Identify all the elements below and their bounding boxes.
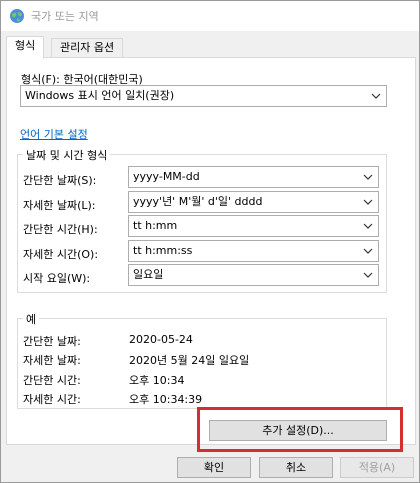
short-time-value: tt h:mm — [133, 219, 178, 232]
short-date-label: 간단한 날짜(S): — [23, 174, 97, 187]
chevron-down-icon — [371, 93, 381, 99]
additional-settings-button[interactable]: 추가 설정(D)... — [209, 420, 387, 441]
first-day-value: 일요일 — [133, 268, 164, 281]
first-day-select[interactable]: 일요일 — [128, 264, 379, 286]
chevron-down-icon — [363, 248, 373, 254]
title-bar: 국가 또는 지역 — [1, 1, 419, 31]
long-time-value: tt h:mm:ss — [133, 244, 193, 257]
example-short-time-label: 간단한 시간: — [23, 374, 81, 387]
tab-administrative[interactable]: 관리자 옵션 — [51, 38, 124, 58]
apply-button[interactable]: 적용(A) — [340, 457, 414, 478]
short-time-select[interactable]: tt h:mm — [128, 215, 379, 237]
first-day-label: 시작 요일(W): — [23, 272, 91, 285]
window-title: 국가 또는 지역 — [31, 10, 99, 23]
chevron-down-icon — [363, 223, 373, 229]
example-short-date-label: 간단한 날짜: — [23, 335, 81, 348]
tab-strip: 형식 관리자 옵션 — [1, 36, 419, 59]
long-date-select[interactable]: yyyy'년' M'월' d'일' dddd — [128, 191, 379, 213]
long-date-value: yyyy'년' M'월' d'일' dddd — [133, 195, 263, 208]
example-long-time-label: 자세한 시간: — [23, 393, 81, 406]
cancel-button[interactable]: 취소 — [259, 457, 333, 478]
example-short-time-value: 오후 10:34 — [129, 374, 185, 387]
ok-button[interactable]: 확인 — [177, 457, 251, 478]
long-time-select[interactable]: tt h:mm:ss — [128, 240, 379, 262]
example-long-date-label: 자세한 날짜: — [23, 354, 81, 367]
format-select[interactable]: Windows 표시 언어 일치(권장) — [20, 85, 387, 107]
format-select-value: Windows 표시 언어 일치(권장) — [25, 89, 175, 102]
chevron-down-icon — [363, 199, 373, 205]
long-date-label: 자세한 날짜(L): — [23, 199, 96, 212]
tab-panel: 형식(F): 한국어(대한민국) Windows 표시 언어 일치(권장) 언어… — [6, 57, 416, 452]
chevron-down-icon — [363, 272, 373, 278]
short-date-select[interactable]: yyyy-MM-dd — [128, 166, 379, 188]
tab-format[interactable]: 형식 — [6, 36, 45, 59]
datetime-group-title: 날짜 및 시간 형식 — [23, 147, 111, 163]
example-long-date-value: 2020년 5월 24일 일요일 — [129, 354, 250, 367]
short-time-label: 간단한 시간(H): — [23, 223, 98, 236]
language-preferences-link[interactable]: 언어 기본 설정 — [20, 126, 88, 142]
chevron-down-icon — [363, 174, 373, 180]
example-short-date-value: 2020-05-24 — [129, 333, 193, 346]
long-time-label: 자세한 시간(O): — [23, 248, 99, 261]
example-group-title: 예 — [23, 311, 40, 327]
region-dialog: 국가 또는 지역 형식 관리자 옵션 형식(F): 한국어(대한민국) Wind… — [0, 0, 420, 483]
short-date-value: yyyy-MM-dd — [133, 170, 200, 183]
example-long-time-value: 오후 10:34:39 — [129, 393, 203, 406]
globe-icon — [10, 9, 24, 23]
